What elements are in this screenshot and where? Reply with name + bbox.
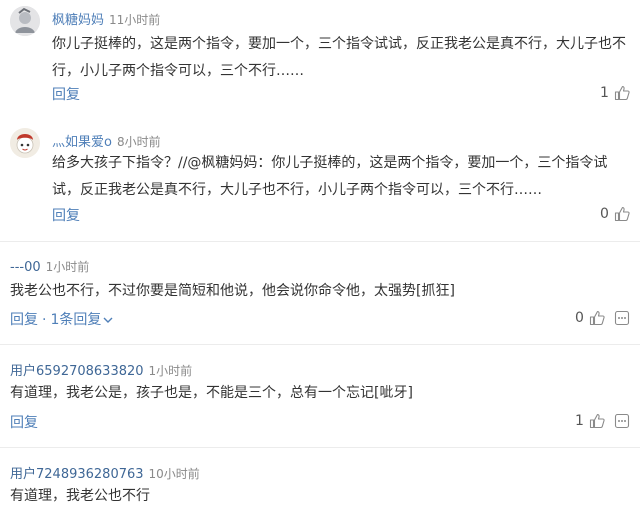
comment-item: 灬如果爱o 8小时前 给多大孩子下指令？//@枫糖妈妈：你儿子挺棒的，这是两个指令… xyxy=(0,120,640,240)
reply-button[interactable]: 回复 xyxy=(10,412,38,432)
like-count: 0 xyxy=(575,310,584,326)
comment-time: 1小时前 xyxy=(148,364,193,378)
reply-button[interactable]: 回复 xyxy=(52,205,80,225)
comment-author[interactable]: ---00 1小时前 xyxy=(10,258,89,275)
comment-author[interactable]: 用户7248936280763 10小时前 xyxy=(10,463,200,482)
comment-item: 用户6592708633820 1小时前 有道理，我老公是，孩子也是，不能是三个，… xyxy=(0,345,640,445)
comment-item: 枫糖妈妈 11小时前 你儿子挺棒的，这是两个指令，要加一个，三个指令试试，反正我老… xyxy=(0,0,640,120)
comment-text-line: 有道理，我老公也不行 xyxy=(10,488,150,504)
comment-time: 8小时前 xyxy=(116,135,161,149)
reply-actions: 回复 · 1条回复 xyxy=(10,309,113,329)
like-group: 1 xyxy=(575,412,606,430)
comment-text-line: 试，反正我老公是真不行，大儿子也不行，小儿子两个指令可以，三个不行…… xyxy=(52,182,542,198)
comment-item: 用户7248936280763 10小时前 有道理，我老公也不行 xyxy=(0,448,640,511)
thumbs-up-icon[interactable] xyxy=(588,412,606,430)
comment-author[interactable]: 用户6592708633820 1小时前 xyxy=(10,360,192,379)
reply-button[interactable]: 回复 xyxy=(52,84,80,104)
thumbs-up-icon[interactable] xyxy=(613,84,631,102)
comment-text-line: 我老公也不行，不过你要是简短和他说，他会说你命令他，太强势[抓狂] xyxy=(10,283,455,299)
like-count: 1 xyxy=(600,85,609,101)
like-group: 1 xyxy=(600,84,631,102)
comment-item: ---00 1小时前 我老公也不行，不过你要是简短和他说，他会说你命令他，太强势[… xyxy=(0,242,640,342)
like-group: 0 xyxy=(600,205,631,223)
more-icon[interactable] xyxy=(613,309,631,327)
view-replies-button[interactable]: 1条回复 xyxy=(50,312,113,328)
avatar[interactable] xyxy=(10,128,40,158)
like-group: 0 xyxy=(575,309,606,327)
comment-time: 11小时前 xyxy=(109,13,161,27)
comment-text-line: 有道理，我老公是，孩子也是，不能是三个，总有一个忘记[呲牙] xyxy=(10,385,413,401)
chevron-down-icon xyxy=(103,317,113,323)
comment-author[interactable]: 灬如果爱o 8小时前 xyxy=(52,131,161,150)
comment-text: 给多大孩子下指令？//@枫糖妈妈：你儿子挺棒的，这是两个指令，要加一个，三个指令… xyxy=(52,150,607,204)
like-count: 0 xyxy=(600,206,609,222)
thumbs-up-icon[interactable] xyxy=(588,309,606,327)
comment-text: 有道理，我老公也不行 xyxy=(10,483,150,510)
reply-button[interactable]: 回复 xyxy=(10,312,38,328)
like-count: 1 xyxy=(575,413,584,429)
comment-text: 有道理，我老公是，孩子也是，不能是三个，总有一个忘记[呲牙] xyxy=(10,380,413,407)
comment-text-line: 你儿子挺棒的，这是两个指令，要加一个，三个指令试试，反正我老公是真不行，大儿子也… xyxy=(52,36,626,52)
comment-text-line: 给多大孩子下指令？//@枫糖妈妈：你儿子挺棒的，这是两个指令，要加一个，三个指令… xyxy=(52,155,608,171)
comment-text: 我老公也不行，不过你要是简短和他说，他会说你命令他，太强势[抓狂] xyxy=(10,278,455,305)
comment-text: 你儿子挺棒的，这是两个指令，要加一个，三个指令试试，反正我老公是真不行，大儿子也… xyxy=(52,31,626,85)
separator-dot: · xyxy=(42,312,47,328)
comment-time: 10小时前 xyxy=(148,467,200,481)
more-icon[interactable] xyxy=(613,412,631,430)
thumbs-up-icon[interactable] xyxy=(613,205,631,223)
comment-author[interactable]: 枫糖妈妈 11小时前 xyxy=(52,9,160,28)
avatar[interactable] xyxy=(10,6,40,36)
comment-text-line: 行，小儿子两个指令可以，三个不行…… xyxy=(52,63,304,79)
comment-time: 1小时前 xyxy=(45,260,90,274)
